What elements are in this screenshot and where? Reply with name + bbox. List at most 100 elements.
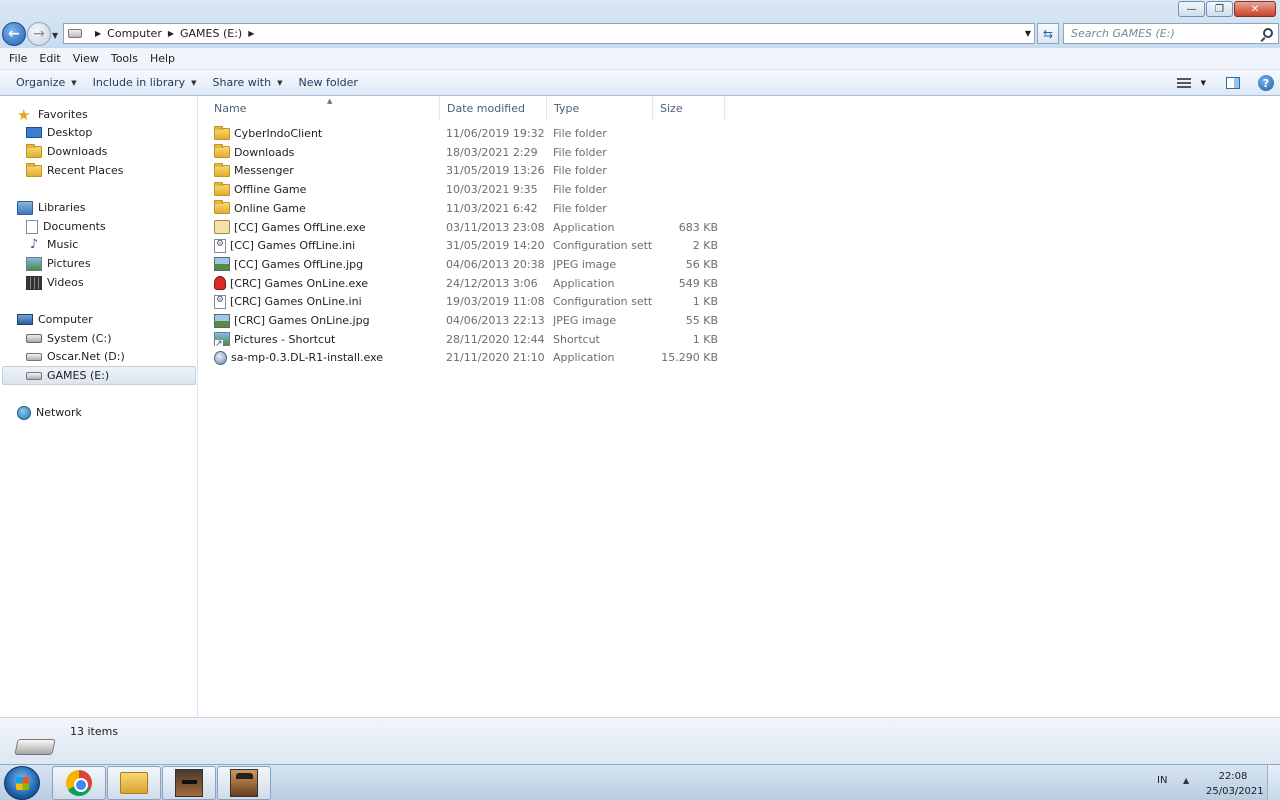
title-bar: — ❐ ✕ ← → ▼ ▶ Computer ▶ GAMES (E:) ▶ ▼ … bbox=[0, 0, 1280, 48]
taskbar-game-offline[interactable] bbox=[217, 766, 271, 800]
column-header-date[interactable]: Date modified bbox=[440, 96, 547, 120]
back-button[interactable]: ← bbox=[2, 22, 26, 46]
column-header-label: Name bbox=[214, 101, 247, 115]
refresh-button[interactable]: ⇆ bbox=[1037, 23, 1059, 44]
videos-icon bbox=[26, 275, 42, 290]
view-options-dropdown[interactable]: ▼ bbox=[1201, 79, 1206, 87]
file-row[interactable]: [CC] Games OffLine.ini 31/05/2019 14:20 Co… bbox=[199, 236, 729, 255]
minimize-button[interactable]: — bbox=[1178, 1, 1205, 17]
show-hidden-icons-icon[interactable]: ▲ bbox=[1183, 776, 1189, 785]
preview-pane-icon[interactable] bbox=[1226, 77, 1240, 89]
drive-icon bbox=[68, 29, 82, 38]
sort-ascending-icon: ▲ bbox=[327, 97, 333, 105]
refresh-icon: ⇆ bbox=[1042, 26, 1054, 41]
clock-date: 25/03/2021 bbox=[1206, 786, 1264, 797]
column-header-label: Type bbox=[554, 101, 580, 115]
menu-help[interactable]: Help bbox=[144, 52, 181, 65]
forward-button[interactable]: → bbox=[27, 22, 51, 46]
menu-file[interactable]: File bbox=[3, 52, 33, 65]
nav-label: Network bbox=[36, 406, 82, 419]
file-row[interactable]: CyberIndoClient 11/06/2019 19:32 File fold… bbox=[199, 124, 729, 143]
share-with-button[interactable]: Share with ▼ bbox=[205, 72, 291, 94]
nav-favorites[interactable]: ★ Favorites bbox=[17, 105, 88, 124]
recent-pages-dropdown[interactable]: ▼ bbox=[52, 31, 60, 40]
file-name: Pictures - Shortcut bbox=[234, 332, 336, 346]
column-header-label: Size bbox=[660, 101, 683, 115]
nav-music[interactable]: ♪ Music bbox=[26, 235, 78, 254]
menu-view[interactable]: View bbox=[67, 52, 105, 65]
menu-tools[interactable]: Tools bbox=[105, 52, 144, 65]
file-row[interactable]: Pictures - Shortcut 28/11/2020 12:44 Short… bbox=[199, 330, 729, 349]
file-date: 19/03/2019 11:08 bbox=[446, 295, 545, 309]
nav-desktop[interactable]: Desktop bbox=[26, 123, 92, 142]
taskbar-chrome[interactable] bbox=[52, 766, 106, 800]
start-button[interactable] bbox=[4, 766, 40, 800]
clock[interactable]: 22:08 25/03/2021 bbox=[1206, 769, 1264, 799]
file-row[interactable]: sa-mp-0.3.DL-R1-install.exe 21/11/2020 21… bbox=[199, 348, 729, 367]
maximize-button[interactable]: ❐ bbox=[1206, 1, 1233, 17]
file-row[interactable]: [CRC] Games OnLine.exe 24/12/2013 3:06 App… bbox=[199, 274, 729, 293]
search-icon[interactable] bbox=[1263, 28, 1273, 38]
config-file-icon bbox=[214, 294, 226, 309]
file-row[interactable]: Messenger 31/05/2019 13:26 File folder bbox=[199, 161, 729, 180]
nav-documents[interactable]: Documents bbox=[26, 217, 106, 236]
column-header-type[interactable]: Type bbox=[547, 96, 653, 120]
nav-recent-places[interactable]: Recent Places bbox=[26, 161, 124, 180]
file-size bbox=[654, 161, 718, 180]
search-input[interactable]: Search GAMES (E:) bbox=[1063, 23, 1279, 44]
change-view-icon[interactable] bbox=[1176, 78, 1191, 88]
breadcrumb-separator-icon[interactable]: ▶ bbox=[168, 29, 174, 38]
file-name: [CC] Games OffLine.exe bbox=[234, 220, 366, 234]
file-row[interactable]: Online Game 11/03/2021 6:42 File folder bbox=[199, 199, 729, 218]
nav-libraries[interactable]: Libraries bbox=[17, 198, 86, 217]
column-header-size[interactable]: Size bbox=[653, 96, 725, 120]
file-name-cell: [CRC] Games OnLine.exe bbox=[214, 274, 437, 293]
file-row[interactable]: [CC] Games OffLine.exe 03/11/2013 23:08 Ap… bbox=[199, 218, 729, 237]
close-button[interactable]: ✕ bbox=[1234, 1, 1276, 17]
nav-system-c[interactable]: System (C:) bbox=[26, 329, 112, 348]
address-bar[interactable]: ▶ Computer ▶ GAMES (E:) ▶ ▼ bbox=[63, 23, 1035, 44]
file-date: 31/05/2019 13:26 bbox=[446, 164, 545, 178]
include-in-library-label: Include in library bbox=[92, 76, 186, 89]
nav-videos[interactable]: Videos bbox=[26, 273, 84, 292]
file-row[interactable]: [CC] Games OffLine.jpg 04/06/2013 20:38 JP… bbox=[199, 255, 729, 274]
game-app-icon bbox=[230, 769, 258, 797]
file-size bbox=[654, 143, 718, 162]
breadcrumb-separator-icon[interactable]: ▶ bbox=[248, 29, 254, 38]
file-name: CyberIndoClient bbox=[234, 127, 323, 140]
nav-games-e[interactable]: GAMES (E:) bbox=[2, 366, 196, 385]
file-name-cell: [CRC] Games OnLine.jpg bbox=[214, 311, 437, 330]
column-header-name[interactable]: ▲ Name bbox=[207, 96, 440, 120]
file-row[interactable]: Offline Game 10/03/2021 9:35 File folder bbox=[199, 180, 729, 199]
file-row[interactable]: [CRC] Games OnLine.jpg 04/06/2013 22:13 JP… bbox=[199, 311, 729, 330]
chrome-icon bbox=[66, 770, 92, 796]
help-icon[interactable]: ? bbox=[1258, 75, 1274, 91]
file-size bbox=[654, 199, 718, 218]
taskbar-game-online[interactable] bbox=[162, 766, 216, 800]
breadcrumb-computer[interactable]: Computer bbox=[107, 27, 162, 40]
show-desktop-button[interactable] bbox=[1267, 765, 1280, 800]
breadcrumb-separator-icon[interactable]: ▶ bbox=[95, 29, 101, 38]
breadcrumb-games-drive[interactable]: GAMES (E:) bbox=[180, 27, 242, 40]
organize-button[interactable]: Organize ▼ bbox=[8, 72, 85, 94]
nav-oscar-d[interactable]: Oscar.Net (D:) bbox=[26, 347, 125, 366]
language-indicator[interactable]: IN bbox=[1157, 775, 1167, 786]
file-type: File folder bbox=[553, 201, 607, 215]
nav-downloads[interactable]: Downloads bbox=[26, 142, 107, 161]
nav-computer[interactable]: Computer bbox=[17, 310, 93, 329]
include-in-library-button[interactable]: Include in library ▼ bbox=[85, 72, 205, 94]
nav-pictures[interactable]: Pictures bbox=[26, 254, 91, 273]
organize-label: Organize bbox=[16, 76, 66, 89]
taskbar-explorer[interactable] bbox=[107, 766, 161, 800]
new-folder-button[interactable]: New folder bbox=[290, 72, 365, 94]
file-row[interactable]: Downloads 18/03/2021 2:29 File folder bbox=[199, 143, 729, 162]
menu-edit[interactable]: Edit bbox=[33, 52, 66, 65]
file-name-cell: sa-mp-0.3.DL-R1-install.exe bbox=[214, 348, 437, 367]
file-name: Offline Game bbox=[234, 183, 307, 197]
nav-network[interactable]: Network bbox=[17, 403, 82, 422]
back-arrow-icon: ← bbox=[8, 26, 20, 42]
address-history-dropdown[interactable]: ▼ bbox=[1025, 29, 1031, 38]
installer-icon bbox=[214, 350, 227, 365]
file-row[interactable]: [CRC] Games OnLine.ini 19/03/2019 11:08 Co… bbox=[199, 292, 729, 311]
libraries-icon bbox=[17, 200, 33, 215]
